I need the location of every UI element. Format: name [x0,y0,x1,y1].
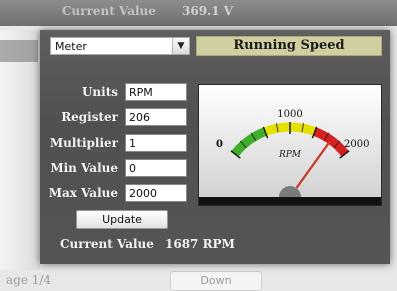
gauge-max-label: 2000 [344,139,369,150]
update-button[interactable]: Update [76,210,168,229]
background-current-value-label: Current Value [62,4,156,18]
multiplier-label: Multiplier [49,136,118,150]
widget-type-select[interactable]: Meter ▼ [50,37,190,55]
units-label: Units [81,85,118,99]
background-left-tab [0,40,38,62]
background-header: Current Value 369.1 V [0,0,397,26]
background-current-value: 369.1 V [182,4,234,18]
gauge-mid-label: 1000 [277,109,302,120]
meter-config-dialog: Meter ▼ Running Speed Units Register Mul… [40,30,390,264]
gauge-preview: 0 1000 2000 RPM [198,84,382,206]
widget-type-value: Meter [55,40,87,53]
max-value-label: Max Value [48,186,118,200]
down-button[interactable]: Down [170,271,262,291]
current-value: 1687 RPM [165,237,235,251]
current-value-label: Current Value [60,237,154,251]
min-value-input[interactable] [125,159,187,177]
max-value-input[interactable] [125,184,187,202]
gauge-base [199,197,381,205]
units-input[interactable] [125,83,187,101]
background-left-panel [0,30,40,270]
dropdown-arrow-icon[interactable]: ▼ [172,38,189,54]
min-value-label: Min Value [50,161,118,175]
page-indicator: age 1/4 [6,273,52,287]
widget-title: Running Speed [196,36,382,56]
gauge-unit-label: RPM [278,150,302,160]
gauge-min-label: 0 [216,139,223,150]
register-label: Register [61,110,118,124]
register-input[interactable] [125,108,187,126]
multiplier-input[interactable] [125,134,187,152]
